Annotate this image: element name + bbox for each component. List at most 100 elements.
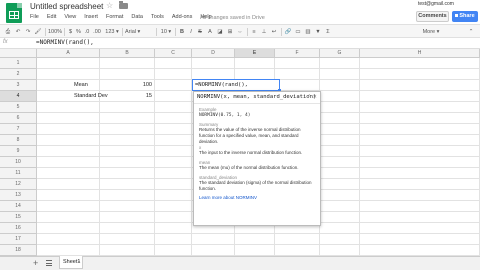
menu-data[interactable]: Data — [131, 14, 143, 20]
formula-input[interactable]: =NORMINV(rand(), — [36, 39, 94, 46]
borders-icon[interactable]: ⊞ — [226, 27, 234, 37]
toolbar: ⎙ ↶ ↷ 🖌 100% $ % .0 .00 123 ▾ Arial ▾ 10… — [0, 24, 480, 38]
more-button[interactable]: More ▾ — [421, 27, 441, 37]
undo-icon[interactable]: ↶ — [14, 27, 22, 37]
tab-dropdown-icon[interactable]: ▾ — [78, 256, 80, 268]
sheet-tab[interactable]: Sheet1 ▾ — [59, 256, 83, 269]
print-icon[interactable]: ⎙ — [4, 27, 12, 37]
sheets-list-icon[interactable] — [46, 260, 52, 266]
add-sheet-icon[interactable]: + — [33, 258, 38, 269]
select-all-corner[interactable] — [0, 49, 37, 58]
sheets-logo-icon[interactable] — [6, 3, 22, 23]
column-header-g[interactable]: G — [320, 49, 360, 58]
help-close-icon[interactable]: ✕ — [313, 94, 317, 100]
row-header-10[interactable]: 10 — [0, 157, 37, 168]
help-sd-desc: The standard deviation (sigma) of the no… — [199, 180, 312, 191]
comments-button[interactable]: Comments — [416, 11, 449, 22]
help-expand-icon[interactable]: ⌃ — [307, 94, 311, 100]
chart-icon[interactable]: ▥ — [304, 27, 312, 37]
decrease-decimals-button[interactable]: .0 — [83, 27, 91, 37]
bold-button[interactable]: B — [178, 27, 186, 37]
comment-icon[interactable]: ▭ — [294, 27, 302, 37]
user-email[interactable]: test@gmail.com — [418, 1, 454, 7]
row-header-8[interactable]: 8 — [0, 135, 37, 146]
row-header-14[interactable]: 14 — [0, 201, 37, 212]
align-icon[interactable]: ≡ — [250, 27, 258, 37]
redo-icon[interactable]: ↷ — [24, 27, 32, 37]
valign-icon[interactable]: ⊥ — [260, 27, 268, 37]
row-header-5[interactable]: 5 — [0, 102, 37, 113]
menu-format[interactable]: Format — [106, 14, 123, 20]
column-header-a[interactable]: A — [37, 49, 100, 58]
menu-insert[interactable]: Insert — [84, 14, 98, 20]
currency-button[interactable]: $ — [67, 27, 74, 37]
share-label: Share — [459, 13, 475, 19]
functions-icon[interactable]: Σ — [324, 27, 332, 37]
row-header-11[interactable]: 11 — [0, 168, 37, 179]
row-header-15[interactable]: 15 — [0, 212, 37, 223]
function-help-popup: NORMINV(x, mean, standard_deviation) ⌃ ✕… — [193, 91, 321, 226]
font-select[interactable]: Arial ▾ — [125, 27, 153, 37]
increase-decimals-button[interactable]: .00 — [92, 27, 102, 37]
menu-view[interactable]: View — [64, 14, 76, 20]
column-header-c[interactable]: C — [155, 49, 192, 58]
row-header-12[interactable]: 12 — [0, 179, 37, 190]
menu-addons[interactable]: Add-ons — [172, 14, 193, 20]
row-header-6[interactable]: 6 — [0, 113, 37, 124]
column-header-e[interactable]: E — [235, 49, 275, 58]
formula-bar: fx =NORMINV(rand(), — [0, 38, 480, 49]
menu-bar: File Edit View Insert Format Data Tools … — [30, 14, 212, 20]
row-header-9[interactable]: 9 — [0, 146, 37, 157]
percent-button[interactable]: % — [75, 27, 82, 37]
italic-button[interactable]: I — [187, 27, 195, 37]
menu-tools[interactable]: Tools — [151, 14, 164, 20]
strikethrough-button[interactable]: S — [196, 27, 204, 37]
zoom-select[interactable]: 100% — [48, 27, 62, 37]
star-icon[interactable]: ☆ — [106, 1, 113, 10]
column-header-f[interactable]: F — [275, 49, 320, 58]
row-header-7[interactable]: 7 — [0, 124, 37, 135]
fx-icon: fx — [3, 39, 8, 45]
active-cell-editor[interactable]: =NORMINV(rand(), — [195, 80, 248, 90]
wrap-icon[interactable]: ↩ — [270, 27, 278, 37]
cell-b4[interactable]: Mean — [74, 80, 88, 91]
save-status[interactable]: All changes saved in Drive — [200, 15, 265, 21]
collapse-icon[interactable]: ⌃ — [466, 27, 476, 37]
menu-edit[interactable]: Edit — [47, 14, 56, 20]
document-title[interactable]: Untitled spreadsheet — [30, 2, 103, 11]
cell-c5[interactable]: 15 — [138, 91, 152, 102]
row-header-13[interactable]: 13 — [0, 190, 37, 201]
column-header-h[interactable]: H — [360, 49, 480, 58]
row-header-3[interactable]: 3 — [0, 80, 37, 91]
row-header-16[interactable]: 16 — [0, 223, 37, 234]
row-header-2[interactable]: 2 — [0, 69, 37, 80]
filter-icon[interactable]: ▼ — [314, 27, 322, 37]
app-header: Untitled spreadsheet ☆ File Edit View In… — [0, 0, 480, 24]
number-format-select[interactable]: 123 ▾ — [104, 27, 120, 37]
sheet-tabs-bar: + Sheet1 ▾ — [0, 256, 480, 270]
row-header-17[interactable]: 17 — [0, 234, 37, 245]
row-header-18[interactable]: 18 — [0, 245, 37, 256]
lock-icon — [455, 14, 459, 17]
share-button[interactable]: Share — [452, 11, 478, 22]
help-example-heading: Example — [199, 107, 217, 112]
help-signature: NORMINV(x, mean, standard_deviation) — [197, 94, 317, 100]
font-size-select[interactable]: 10 ▾ — [159, 27, 173, 37]
folder-icon[interactable] — [119, 1, 128, 9]
merge-icon[interactable]: ⇔ — [236, 27, 244, 37]
row-header-1[interactable]: 1 — [0, 58, 37, 69]
help-summary: Returns the value of the inverse normal … — [199, 127, 301, 144]
row-header-4[interactable]: 4 — [0, 91, 37, 102]
fill-color-icon[interactable]: ◪ — [216, 27, 224, 37]
cell-b5[interactable]: Standard Dev — [74, 91, 108, 102]
column-header-b[interactable]: B — [100, 49, 155, 58]
cell-c4[interactable]: 100 — [138, 80, 152, 91]
help-example: NORMINV(0.75, 1, 4) — [199, 113, 251, 118]
help-x-desc: The input to the inverse normal distribu… — [199, 150, 303, 155]
help-learn-more-link[interactable]: Learn more about NORMINV — [199, 195, 257, 200]
text-color-icon[interactable]: A — [206, 27, 214, 37]
menu-file[interactable]: File — [30, 14, 39, 20]
link-icon[interactable]: 🔗 — [284, 27, 292, 37]
column-header-d[interactable]: D — [192, 49, 235, 58]
paint-format-icon[interactable]: 🖌 — [34, 27, 42, 37]
